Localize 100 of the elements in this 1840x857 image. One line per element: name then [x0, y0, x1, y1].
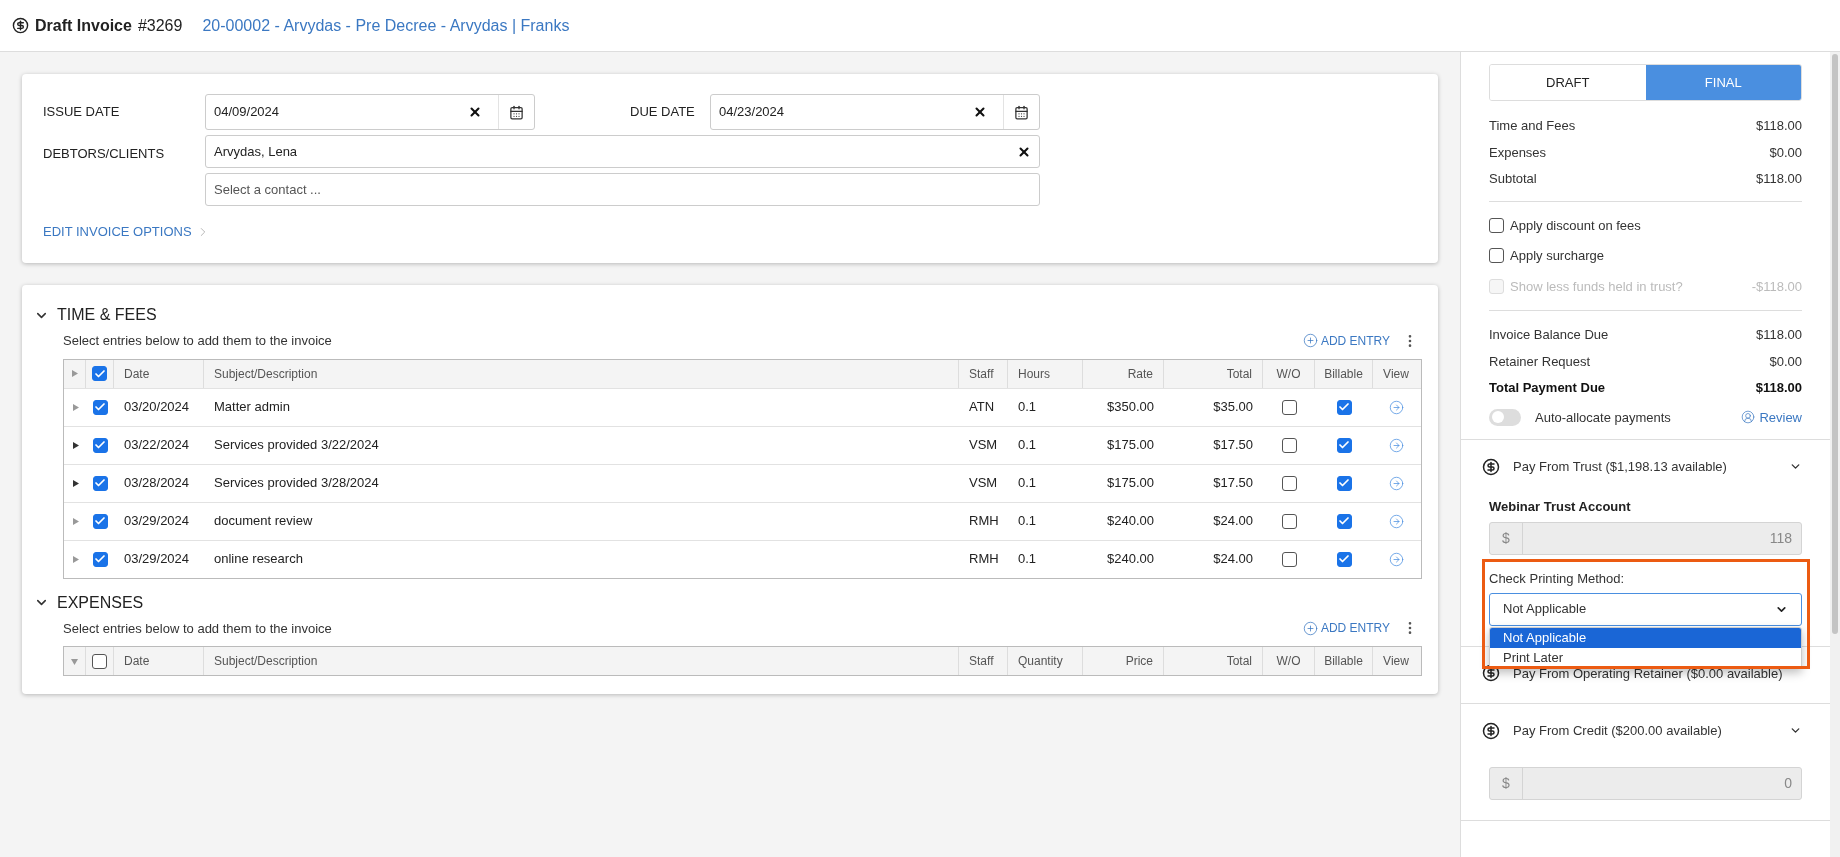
scrollbar[interactable] — [1830, 52, 1840, 857]
checkbox[interactable] — [92, 653, 107, 669]
checkbox[interactable] — [1336, 437, 1352, 453]
staff-cell-text: VSM — [969, 474, 998, 493]
summary-amount: $118.00 — [1755, 117, 1802, 135]
checkbox[interactable] — [1336, 513, 1352, 529]
calendar-icon[interactable] — [509, 104, 524, 120]
clear-icon[interactable] — [973, 105, 987, 119]
checkbox[interactable] — [1336, 399, 1352, 415]
column-header: Date — [124, 653, 150, 670]
balance-amount: $118.00 — [1755, 326, 1802, 344]
checkbox[interactable] — [92, 437, 108, 453]
checkbox[interactable] — [1281, 513, 1297, 529]
payment-source-title[interactable]: Pay From Credit ($200.00 available) — [1513, 721, 1789, 741]
balance-label: Invoice Balance Due — [1489, 326, 1609, 344]
summary-label: Time and Fees — [1489, 117, 1576, 135]
option-amount: -$118.00 — [1751, 277, 1802, 296]
section-title: TIME & FEES — [57, 305, 157, 325]
dropdown-option[interactable]: Print Later — [1490, 647, 1801, 668]
checkbox[interactable] — [1281, 437, 1297, 453]
view-icon[interactable] — [1388, 475, 1404, 491]
checkbox[interactable] — [1281, 399, 1297, 415]
add-entry-button[interactable]: ADD ENTRY — [1302, 619, 1390, 638]
date-cell-text: 03/29/2024 — [124, 512, 190, 531]
field-label: ISSUE DATE — [43, 103, 121, 122]
column-header: Hours — [1018, 365, 1050, 383]
total-cell-text: $24.00 — [1213, 512, 1253, 531]
account-name: Webinar Trust Account — [1489, 497, 1632, 516]
contact-input[interactable]: Select a contact ... — [205, 173, 1040, 206]
invoice-title: Draft Invoice — [35, 15, 132, 36]
payment-source-title[interactable]: Pay From Trust ($1,198.13 available) — [1513, 457, 1789, 477]
description-cell-text: document review — [214, 512, 313, 531]
checkbox[interactable] — [1336, 551, 1352, 567]
checkbox[interactable] — [92, 513, 108, 529]
checkbox[interactable] — [1281, 551, 1297, 567]
view-icon[interactable] — [1388, 551, 1404, 567]
column-header: Quantity — [1018, 653, 1063, 670]
switch-label: Auto-allocate payments — [1535, 408, 1672, 427]
view-icon[interactable] — [1388, 437, 1404, 453]
column-header: Rate — [1127, 365, 1153, 383]
debtor-field[interactable]: Arvydas, Lena — [205, 135, 1040, 168]
total-cell-text: $17.50 — [1213, 436, 1253, 455]
column-header: View — [1383, 365, 1409, 383]
add-entry-button[interactable]: ADD ENTRY — [1302, 331, 1390, 350]
expand-triangle-icon[interactable] — [71, 479, 79, 487]
date-cell-text: 03/22/2024 — [124, 436, 190, 455]
balance-amount: $118.00 — [1755, 379, 1802, 397]
staff-cell-text: RMH — [969, 550, 999, 569]
description-cell-text: online research — [214, 550, 303, 569]
column-header: Total — [1226, 653, 1252, 670]
add-icon — [1302, 333, 1318, 349]
dollar-icon — [1482, 721, 1500, 740]
checkbox[interactable] — [1489, 248, 1504, 264]
check-method-select[interactable]: Not Applicable — [1489, 592, 1802, 626]
checkbox[interactable] — [1281, 475, 1297, 491]
issue-date-field[interactable]: 04/09/2024 — [205, 94, 535, 130]
rate-cell-text: $175.00 — [1107, 436, 1154, 455]
column-header: Staff — [969, 653, 994, 670]
column-header: Total — [1226, 365, 1252, 383]
view-icon[interactable] — [1388, 399, 1404, 415]
rate-cell-text: $240.00 — [1107, 512, 1154, 531]
checkbox[interactable] — [92, 475, 108, 491]
column-header: Price — [1125, 653, 1153, 670]
invoice-number: #3269 — [137, 15, 183, 36]
dollar-icon — [1482, 457, 1500, 476]
date-cell-text: 03/28/2024 — [124, 474, 190, 493]
balance-label: Retainer Request — [1489, 352, 1591, 371]
checkbox[interactable] — [1336, 475, 1352, 491]
summary-amount: $0.00 — [1769, 143, 1802, 162]
checkbox[interactable] — [1489, 217, 1504, 233]
dollar-icon — [1482, 664, 1500, 683]
expand-triangle-icon[interactable] — [71, 441, 79, 449]
column-header: View — [1383, 653, 1409, 670]
checkbox[interactable] — [92, 399, 108, 415]
review-link[interactable]: Review — [1741, 407, 1802, 427]
matter-link[interactable]: 20-00002 - Arvydas - Pre Decree - Arvydas | Franks — [202, 13, 570, 38]
auto-allocate-switch[interactable] — [1489, 408, 1521, 426]
clear-icon[interactable] — [468, 105, 482, 119]
balance-amount: $0.00 — [1769, 352, 1802, 371]
edit-options-link[interactable]: EDIT INVOICE OPTIONS — [43, 222, 210, 242]
calendar-icon[interactable] — [1014, 104, 1029, 120]
rate-cell-text: $350.00 — [1107, 398, 1154, 417]
description-cell-text: Services provided 3/22/2024 — [214, 436, 379, 455]
summary-amount: $118.00 — [1755, 170, 1802, 188]
checkbox[interactable] — [92, 366, 107, 381]
option-label: Apply surcharge — [1510, 247, 1605, 265]
total-cell-text: $17.50 — [1213, 474, 1253, 493]
option-label: Apply discount on fees — [1510, 216, 1642, 235]
view-icon[interactable] — [1388, 513, 1404, 529]
checkbox[interactable] — [92, 551, 108, 567]
person-icon — [1741, 410, 1756, 425]
field-label: Check Printing Method: — [1489, 570, 1626, 588]
description-cell-text: Matter admin — [214, 398, 290, 417]
column-header: Billable — [1324, 653, 1363, 670]
section-hint: Select entries below to add them to the invoice — [63, 332, 332, 350]
add-icon — [1302, 620, 1318, 636]
dropdown-option[interactable]: Not Applicable — [1490, 627, 1801, 648]
clear-icon[interactable] — [1017, 144, 1031, 159]
due-date-field[interactable]: 04/23/2024 — [710, 94, 1040, 130]
staff-cell-text: RMH — [969, 512, 999, 531]
